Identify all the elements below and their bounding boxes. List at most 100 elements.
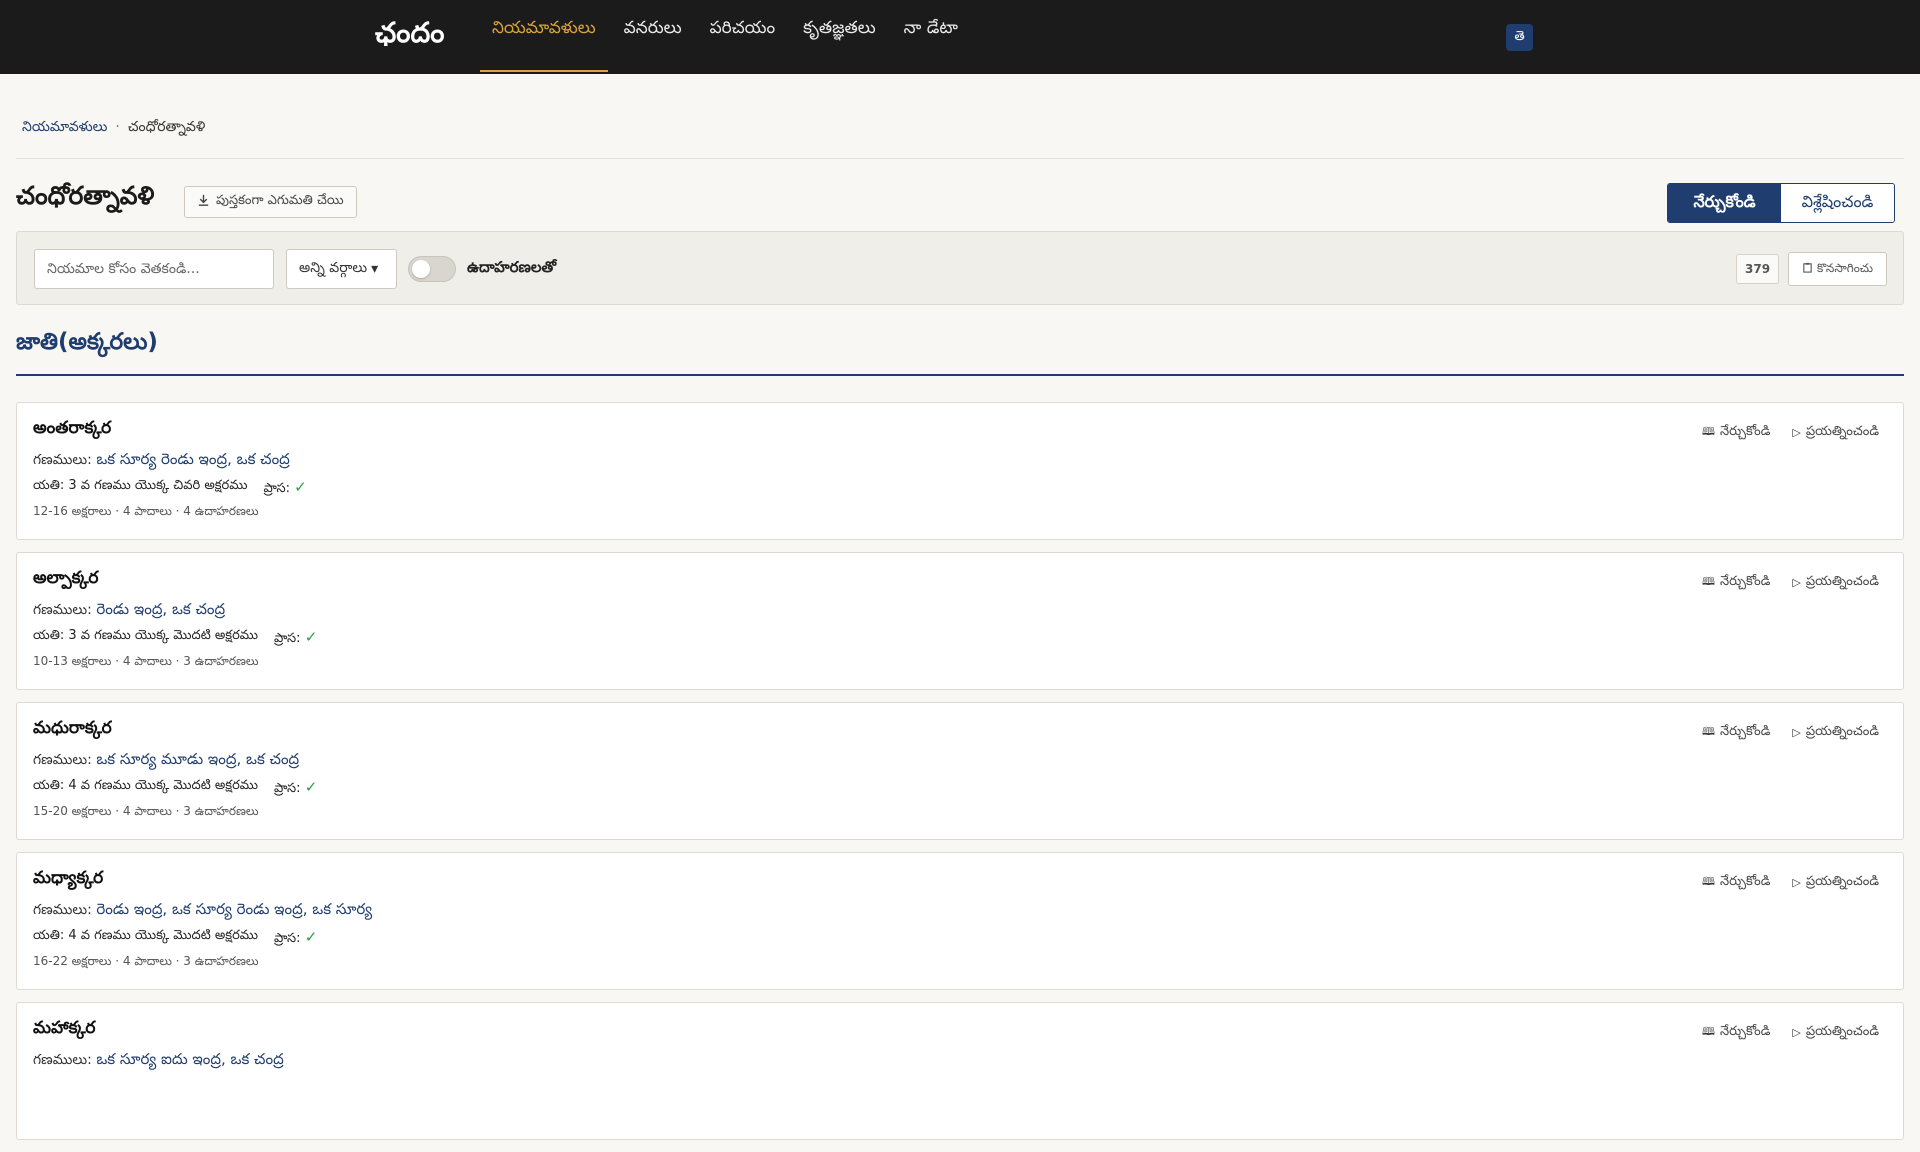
ganas-label: గణములు:	[33, 1052, 92, 1068]
examples-toggle-label: ఉదాహరణలతో	[467, 258, 557, 276]
learn-label: నేర్చుకోండి	[1719, 423, 1771, 439]
check-icon: ✓	[304, 928, 318, 946]
rule-name[interactable]: మధురాక్కర	[33, 718, 112, 742]
ganas-value: ఒక సూర్య మూడు ఇంద్ర, ఒక చంద్ర	[96, 750, 300, 768]
ganas-value: రెండు ఇంద్ర, ఒక చంద్ర	[96, 600, 226, 618]
check-icon: ✓	[294, 478, 307, 496]
nav-item-about[interactable]: పరిచయం	[698, 0, 788, 67]
learn-button[interactable]: 🕮 నేర్చుకోండి	[1702, 873, 1770, 892]
filter-bar: అన్ని వర్గాలు ▾ ఉదాహరణలతో 379 కొనసాగించు	[16, 231, 1904, 305]
card-actions: 🕮 నేర్చుకోండి ▷ ప్రయత్నించండి	[1702, 873, 1879, 892]
rule-yati-prasa: యతి: 4 వ గణము యొక్క మొదటి అక్షరము ప్రాస:…	[33, 778, 317, 799]
rule-card[interactable]: అల్పాక్కర గణములు: రెండు ఇంద్ర, ఒక చంద్ర …	[16, 552, 1904, 690]
try-button[interactable]: ▷ ప్రయత్నించండి	[1792, 423, 1879, 442]
try-button[interactable]: ▷ ప్రయత్నించండి	[1792, 573, 1879, 592]
rule-ganas: గణములు: రెండు ఇంద్ర, ఒక సూర్య రెండు ఇంద్…	[33, 900, 372, 922]
learn-button[interactable]: 🕮 నేర్చుకోండి	[1702, 723, 1770, 742]
rule-name[interactable]: మధ్యాక్కర	[33, 868, 103, 892]
rule-card[interactable]: మహాక్కర గణములు: ఒక సూర్య ఐదు ఇంద్ర, ఒక చ…	[16, 1002, 1904, 1140]
nav-item-my-data[interactable]: నా డేటా	[892, 0, 970, 67]
search-input[interactable]	[34, 249, 274, 289]
yati-label: యతి:	[33, 778, 65, 793]
rule-meta: 10-13 అక్షరాలు · 4 పాదాలు · 3 ఉదాహరణలు	[33, 654, 259, 668]
breadcrumb-separator: ·	[115, 119, 120, 135]
try-button[interactable]: ▷ ప్రయత్నించండి	[1792, 723, 1879, 742]
yati-value: 3 వ గణము యొక్క మొదటి అక్షరము	[68, 628, 259, 643]
learn-label: నేర్చుకోండి	[1719, 573, 1771, 589]
rule-card[interactable]: మధురాక్కర గణములు: ఒక సూర్య మూడు ఇంద్ర, ఒ…	[16, 702, 1904, 840]
learn-label: నేర్చుకోండి	[1719, 1023, 1771, 1039]
book-icon: 🕮	[1701, 1025, 1715, 1038]
yati-label: యతి:	[33, 928, 65, 943]
yati-label: యతి:	[33, 478, 65, 493]
rule-yati-prasa: యతి: 4 వ గణము యొక్క మొదటి అక్షరము ప్రాస:…	[33, 928, 317, 949]
learn-button[interactable]: 🕮 నేర్చుకోండి	[1702, 573, 1770, 592]
play-icon: ▷	[1792, 426, 1801, 439]
rule-meta: 15-20 అక్షరాలు · 4 పాదాలు · 3 ఉదాహరణలు	[33, 804, 259, 818]
yati-value: 4 వ గణము యొక్క మొదటి అక్షరము	[68, 928, 259, 943]
rule-ganas: గణములు: రెండు ఇంద్ర, ఒక చంద్ర	[33, 600, 225, 622]
try-button[interactable]: ▷ ప్రయత్నించండి	[1792, 873, 1879, 892]
ganas-value: రెండు ఇంద్ర, ఒక సూర్య రెండు ఇంద్ర, ఒక సూ…	[96, 900, 373, 918]
nav-item-rulebooks[interactable]: నియమావళులు	[480, 0, 608, 72]
toggle-knob	[412, 260, 430, 278]
breadcrumb: నియమావళులు · చంధోరత్నావళి	[22, 119, 205, 138]
brand-logo[interactable]: ఛందం	[375, 16, 444, 56]
ganas-label: గణములు:	[33, 602, 92, 618]
prasa-label: ప్రాస:	[274, 781, 301, 796]
section-divider	[16, 374, 1904, 376]
rule-ganas: గణములు: ఒక సూర్య ఐదు ఇంద్ర, ఒక చంద్ర	[33, 1050, 284, 1072]
try-label: ప్రయత్నించండి	[1805, 573, 1879, 589]
mode-toggle: నేర్చుకోండి విశ్లేషించండి	[1667, 183, 1895, 223]
yati-value: 4 వ గణము యొక్క మొదటి అక్షరము	[68, 778, 259, 793]
try-label: ప్రయత్నించండి	[1805, 1023, 1879, 1039]
book-icon: 🕮	[1701, 425, 1715, 438]
analyze-mode-button[interactable]: విశ్లేషించండి	[1781, 184, 1894, 222]
continue-button[interactable]: కొనసాగించు	[1788, 252, 1887, 286]
rule-card[interactable]: అంతరాక్కర గణములు: ఒక సూర్య రెండు ఇంద్ర, …	[16, 402, 1904, 540]
try-button[interactable]: ▷ ప్రయత్నించండి	[1792, 1023, 1879, 1042]
ganas-label: గణములు:	[33, 452, 92, 468]
nav-item-credits[interactable]: కృతజ్ఞతలు	[791, 0, 888, 67]
card-actions: 🕮 నేర్చుకోండి ▷ ప్రయత్నించండి	[1702, 573, 1879, 592]
rule-name[interactable]: అంతరాక్కర	[33, 418, 111, 442]
try-label: ప్రయత్నించండి	[1805, 723, 1879, 739]
play-icon: ▷	[1792, 1026, 1801, 1039]
check-icon: ✓	[304, 778, 318, 796]
rule-meta: 12-16 అక్షరాలు · 4 పాదాలు · 4 ఉదాహరణలు	[33, 504, 259, 518]
ganas-value: ఒక సూర్య ఐదు ఇంద్ర, ఒక చంద్ర	[96, 1050, 284, 1068]
language-switch-button[interactable]: తె	[1506, 24, 1533, 51]
learn-mode-button[interactable]: నేర్చుకోండి	[1668, 184, 1781, 222]
top-navbar: ఛందం నియమావళులు వనరులు పరిచయం కృతజ్ఞతలు …	[0, 0, 1920, 74]
book-icon: 🕮	[1701, 875, 1715, 888]
learn-button[interactable]: 🕮 నేర్చుకోండి	[1702, 423, 1770, 442]
learn-label: నేర్చుకోండి	[1719, 723, 1771, 739]
play-icon: ▷	[1792, 726, 1801, 739]
rule-yati-prasa: యతి: 3 వ గణము యొక్క చివరి అక్షరము ప్రాస:…	[33, 478, 307, 499]
rule-ganas: గణములు: ఒక సూర్య రెండు ఇంద్ర, ఒక చంద్ర	[33, 450, 290, 472]
try-label: ప్రయత్నించండి	[1805, 423, 1879, 439]
check-icon: ✓	[304, 628, 318, 646]
learn-button[interactable]: 🕮 నేర్చుకోండి	[1702, 1023, 1770, 1042]
rule-card-list: అంతరాక్కర గణములు: ఒక సూర్య రెండు ఇంద్ర, …	[16, 402, 1904, 1152]
category-select[interactable]: అన్ని వర్గాలు ▾	[286, 249, 397, 289]
rule-name[interactable]: అల్పాక్కర	[33, 568, 98, 592]
play-icon: ▷	[1792, 576, 1801, 589]
page-title: చంధోరత్నావళి	[16, 181, 155, 210]
play-icon: ▷	[1792, 876, 1801, 889]
ganas-value: ఒక సూర్య రెండు ఇంద్ర, ఒక చంద్ర	[96, 450, 290, 468]
ganas-label: గణములు:	[33, 752, 92, 768]
export-as-book-label: పుస్తకంగా ఎగుమతి చేయి	[216, 193, 344, 208]
rule-name[interactable]: మహాక్కర	[33, 1018, 95, 1042]
yati-label: యతి:	[33, 628, 65, 643]
examples-toggle[interactable]	[408, 256, 456, 282]
book-icon: 🕮	[1701, 575, 1715, 588]
rule-card[interactable]: మధ్యాక్కర గణములు: రెండు ఇంద్ర, ఒక సూర్య …	[16, 852, 1904, 990]
yati-value: 3 వ గణము యొక్క చివరి అక్షరము	[68, 478, 248, 493]
download-icon	[197, 194, 210, 211]
nav-item-resources[interactable]: వనరులు	[612, 0, 694, 67]
ganas-label: గణములు:	[33, 902, 92, 918]
breadcrumb-root-link[interactable]: నియమావళులు	[22, 119, 107, 138]
rule-meta: 16-22 అక్షరాలు · 4 పాదాలు · 3 ఉదాహరణలు	[33, 954, 259, 968]
export-as-book-button[interactable]: పుస్తకంగా ఎగుమతి చేయి	[184, 186, 357, 218]
